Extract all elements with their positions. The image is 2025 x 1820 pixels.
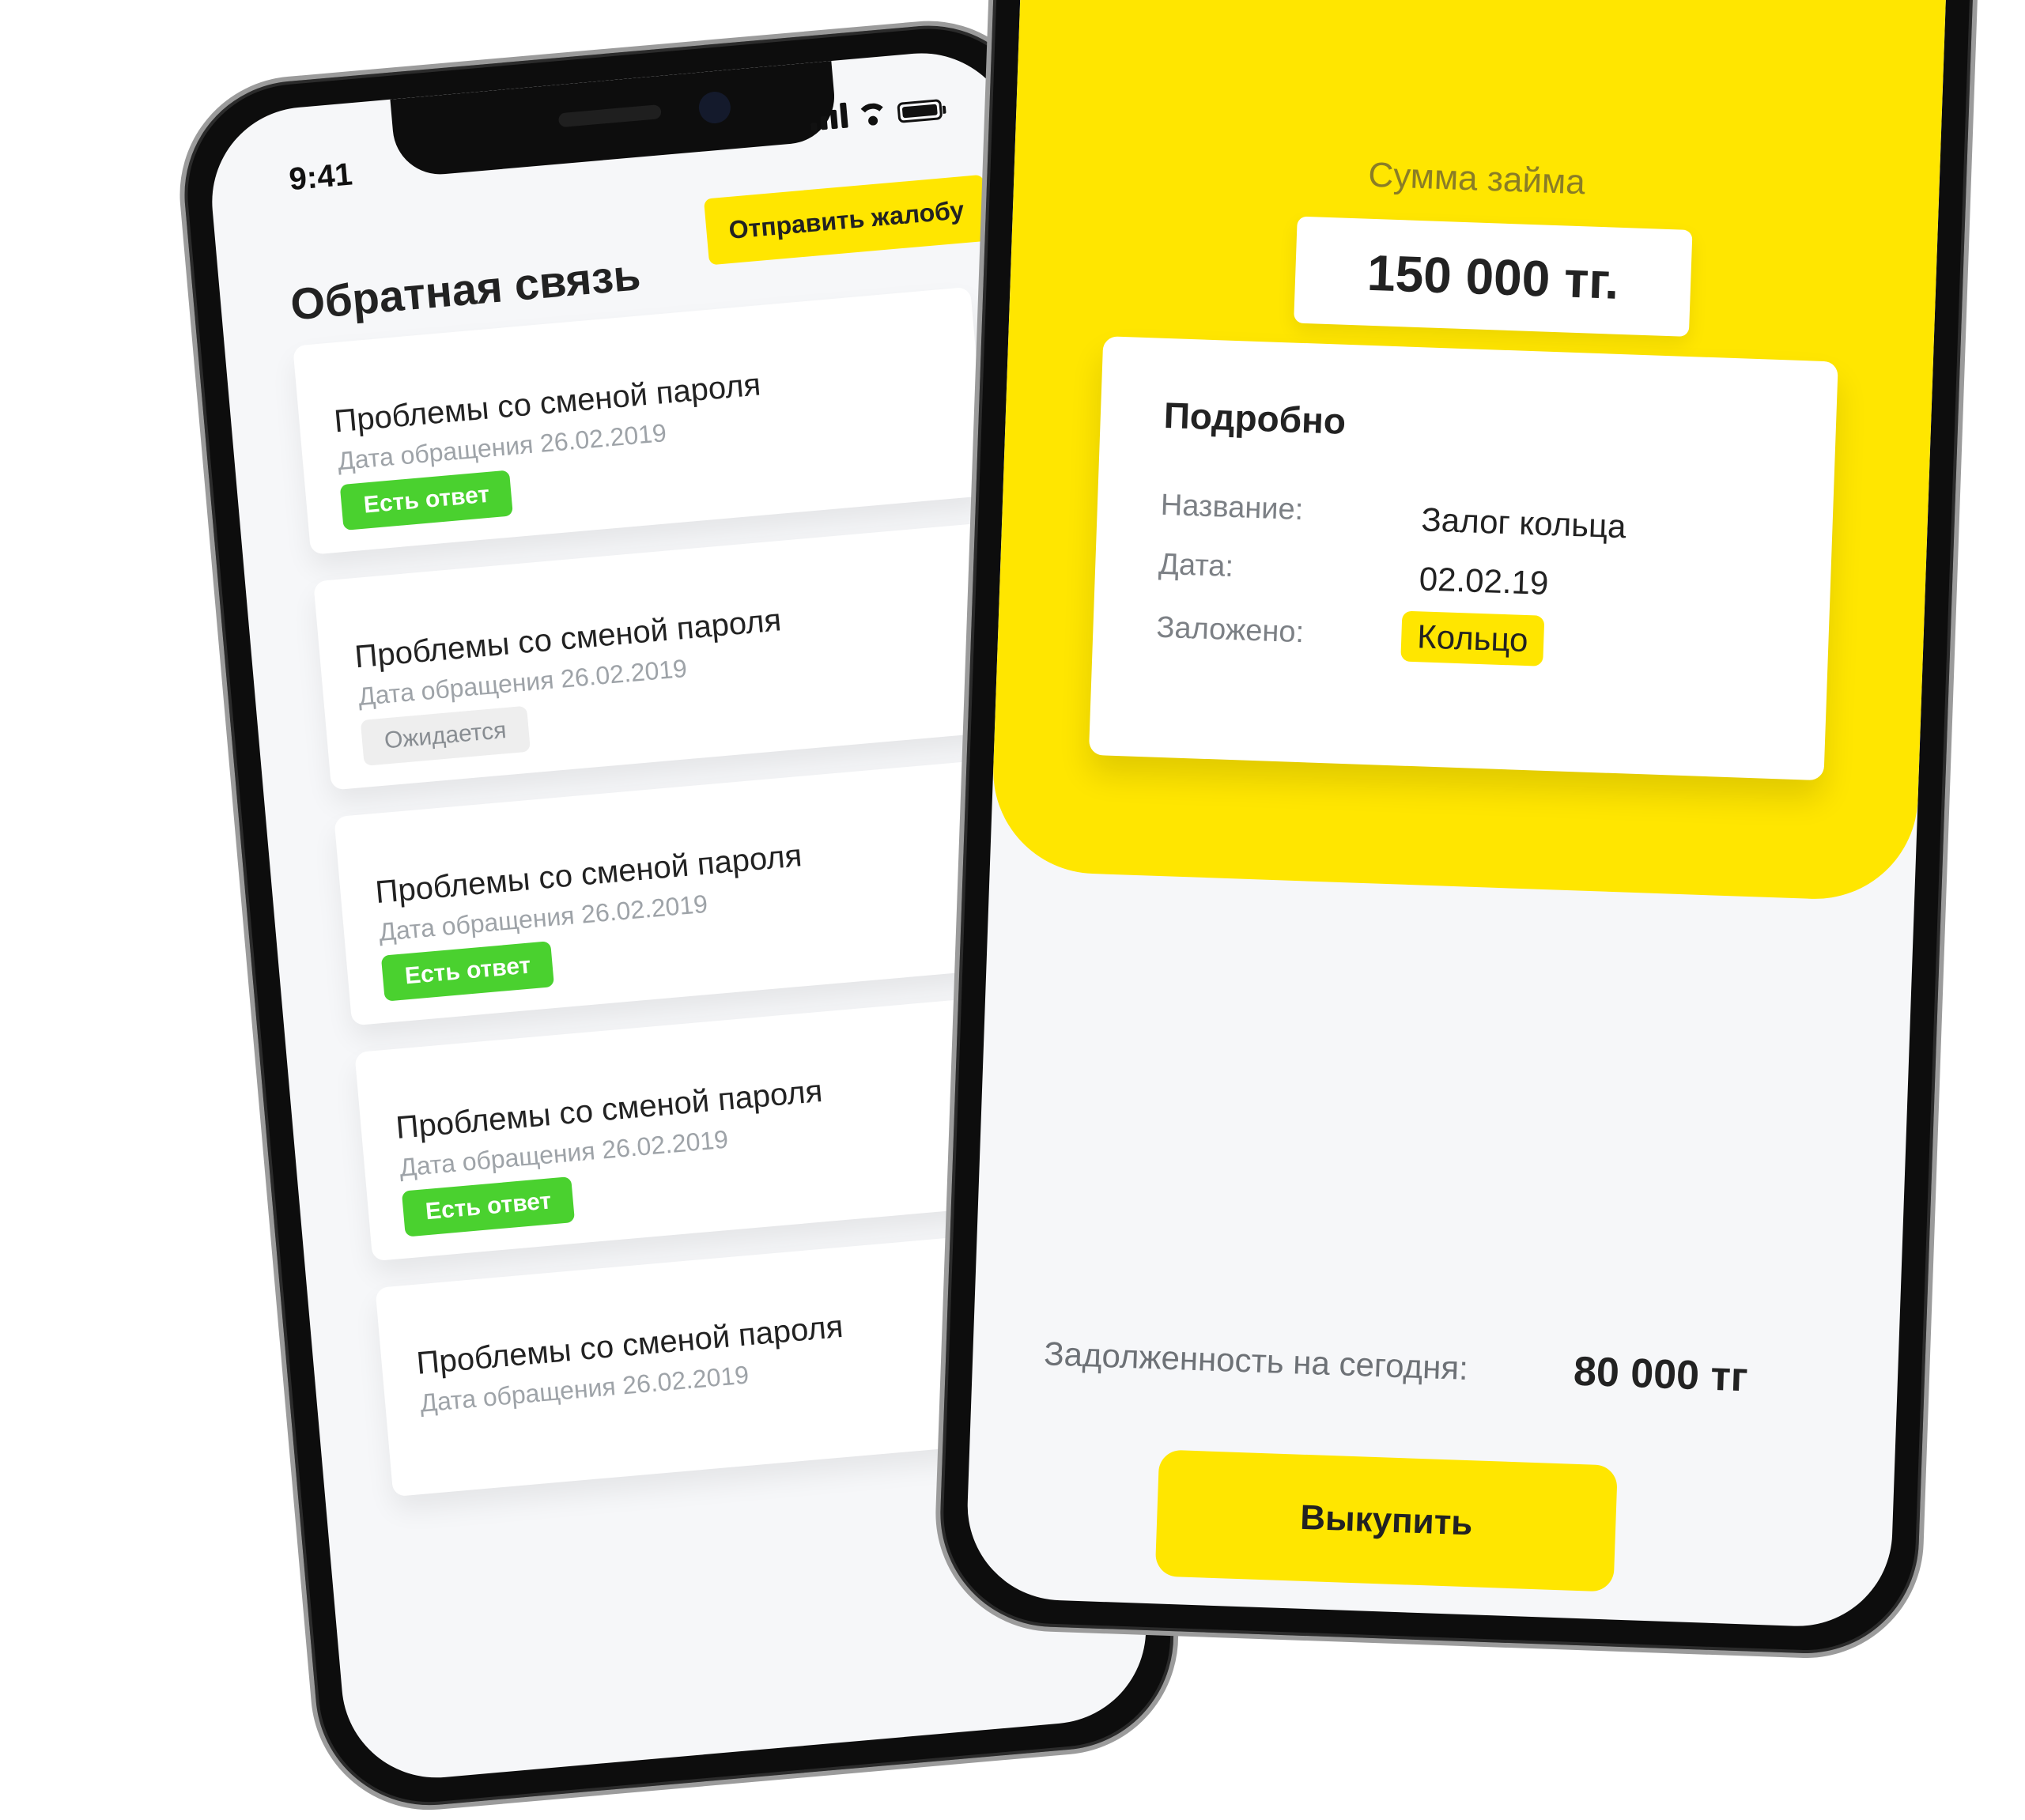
detail-label-date: Дата: [1158,547,1234,584]
send-complaint-button[interactable]: Отправить жалобу [703,174,989,266]
phone-notch [390,60,839,179]
detail-label-name: Название: [1160,488,1304,527]
pledged-item-badge: Кольцо [1400,610,1545,666]
wifi-icon [856,100,889,126]
redeem-button[interactable]: Выкупить [1154,1449,1618,1592]
debt-value: 80 000 тг [1573,1348,1749,1401]
detail-label-pledged: Заложено: [1155,610,1305,650]
status-badge: Есть ответ [339,470,514,531]
details-title: Подробно [1163,394,1347,442]
feedback-item[interactable]: Проблемы со сменой пароля Дата обращения… [313,522,1010,791]
details-card: Подробно Название: Залог кольца Дата: 02… [1088,336,1838,781]
front-camera [697,90,732,125]
feedback-item[interactable]: Проблемы со сменой пароля Дата обращения… [334,757,1030,1026]
signal-icon [809,101,848,131]
phone-frame: Сумма займа 150 000 тг. Подробно Названи… [931,0,1986,1663]
status-time: 9:41 [287,157,354,198]
battery-icon [897,99,943,123]
status-badge: Есть ответ [380,941,555,1002]
speaker-grille [557,104,662,128]
detail-value-date: 02.02.19 [1419,560,1550,602]
loan-amount: 150 000 тг. [1294,216,1693,337]
loan-phone: Сумма займа 150 000 тг. Подробно Названи… [931,0,1986,1663]
status-badge: Ожидается [360,705,531,766]
detail-value-name: Залог кольца [1420,500,1627,546]
loan-screen: Сумма займа 150 000 тг. Подробно Названи… [964,0,1953,1629]
feedback-item[interactable]: Проблемы со сменой пароля Дата обращения… [293,286,988,555]
page-title: Обратная связь [288,249,643,330]
debt-label: Задолженность на сегодня: [1043,1335,1469,1388]
status-badge: Есть ответ [401,1176,576,1237]
